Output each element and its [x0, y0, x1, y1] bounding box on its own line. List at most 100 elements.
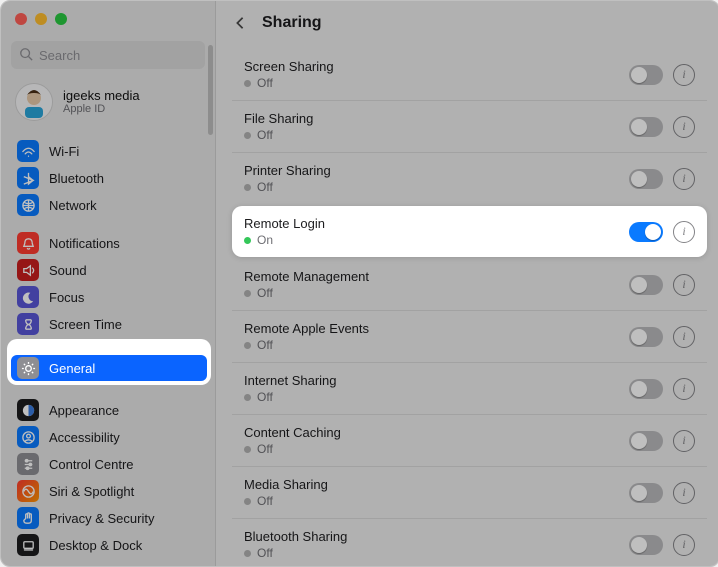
sidebar-item-focus[interactable]: Focus [11, 284, 207, 310]
row-status: Off [244, 390, 629, 404]
info-button-internet-sharing[interactable]: i [673, 378, 695, 400]
avatar [15, 83, 53, 121]
sidebar-item-network[interactable]: Network [11, 192, 207, 218]
info-button-printer-sharing[interactable]: i [673, 168, 695, 190]
gear-icon [21, 361, 36, 376]
toggle-bluetooth-sharing[interactable] [629, 535, 663, 555]
sidebar-item-appearance[interactable]: Appearance [11, 397, 207, 423]
toggle-remote-apple-events[interactable] [629, 327, 663, 347]
toggle-knob [631, 537, 647, 553]
row-text: File SharingOff [244, 111, 629, 142]
toggle-remote-management[interactable] [629, 275, 663, 295]
appearance-icon [21, 403, 36, 418]
globe-icon-tile [17, 194, 39, 216]
row-remote-apple-events[interactable]: Remote Apple EventsOffi [232, 310, 707, 362]
info-icon: i [682, 67, 685, 82]
wifi-icon [21, 144, 36, 159]
back-button[interactable] [228, 11, 252, 35]
toggle-knob [631, 277, 647, 293]
info-button-remote-management[interactable]: i [673, 274, 695, 296]
row-printer-sharing[interactable]: Printer SharingOff i [232, 152, 707, 204]
info-button-media-sharing[interactable]: i [673, 482, 695, 504]
sidebar-item-bluetooth[interactable]: Bluetooth [11, 165, 207, 191]
info-icon: i [682, 329, 685, 344]
row-text: Screen SharingOff [244, 59, 629, 90]
sidebar: igeeks media Apple ID Wi-FiBluetooth Netw… [1, 1, 216, 566]
toggle-internet-sharing[interactable] [629, 379, 663, 399]
row-text: Content CachingOff [244, 425, 629, 456]
sidebar-item-screentime[interactable]: Screen Time [11, 311, 207, 337]
toggle-content-caching[interactable] [629, 431, 663, 451]
row-status: Off [244, 546, 629, 560]
sidebar-item-label: Siri & Spotlight [49, 484, 134, 499]
row-media-sharing[interactable]: Media SharingOffi [232, 466, 707, 518]
sidebar-item-label: Focus [49, 290, 84, 305]
sidebar-item-label: Screen Time [49, 317, 122, 332]
status-text: Off [257, 442, 273, 456]
sidebar-item-sound[interactable]: Sound [11, 257, 207, 283]
row-title: Internet Sharing [244, 373, 629, 388]
row-status: Off [244, 128, 629, 142]
sidebar-item-general[interactable]: General [11, 355, 207, 381]
toggle-remote-login[interactable] [629, 222, 663, 242]
search-input[interactable] [11, 41, 205, 69]
chevron-left-icon [234, 16, 246, 30]
dock-icon [21, 538, 36, 553]
sidebar-item-label: Network [49, 198, 97, 213]
sidebar-item-controlcentre[interactable]: Control Centre [11, 451, 207, 477]
row-content-caching[interactable]: Content CachingOff i [232, 414, 707, 466]
status-dot-icon [244, 498, 251, 505]
toggle-knob [631, 329, 647, 345]
minimize-window-button[interactable] [35, 13, 47, 25]
toggle-media-sharing[interactable] [629, 483, 663, 503]
appearance-icon-tile [17, 399, 39, 421]
row-remote-login[interactable]: Remote LoginOni [232, 206, 707, 257]
row-title: Media Sharing [244, 477, 629, 492]
gear-icon-tile [17, 357, 39, 379]
row-internet-sharing[interactable]: Internet Sharing Off i [232, 362, 707, 414]
bt-icon [21, 171, 36, 186]
close-window-button[interactable] [15, 13, 27, 25]
apple-id-account-row[interactable]: igeeks media Apple ID [1, 79, 215, 133]
sidebar-item-privacy[interactable]: Privacy & Security [11, 505, 207, 531]
status-dot-icon [244, 237, 251, 244]
toggle-knob [631, 381, 647, 397]
sidebar-item-desktop[interactable]: Desktop & Dock [11, 532, 207, 558]
info-button-screen-sharing[interactable]: i [673, 64, 695, 86]
hand-icon [21, 511, 36, 526]
row-status: Off [244, 442, 629, 456]
zoom-window-button[interactable] [55, 13, 67, 25]
status-dot-icon [244, 184, 251, 191]
sidebar-item-accessibility[interactable]: Accessibility [11, 424, 207, 450]
row-bluetooth-sharing[interactable]: Bluetooth SharingOffi [232, 518, 707, 566]
info-button-content-caching[interactable]: i [673, 430, 695, 452]
row-screen-sharing[interactable]: Screen SharingOff i [232, 49, 707, 100]
row-controls: i [629, 221, 695, 243]
row-file-sharing[interactable]: File SharingOff i [232, 100, 707, 152]
row-controls: i [629, 116, 695, 138]
sidebar-item-notifications[interactable]: Notifications [11, 230, 207, 256]
status-dot-icon [244, 550, 251, 557]
toggle-screen-sharing[interactable] [629, 65, 663, 85]
hourglass-icon [21, 317, 36, 332]
window-controls [1, 1, 215, 37]
toggle-file-sharing[interactable] [629, 117, 663, 137]
row-title: Remote Apple Events [244, 321, 629, 336]
info-button-remote-login[interactable]: i [673, 221, 695, 243]
sidebar-item-siri[interactable]: Siri & Spotlight [11, 478, 207, 504]
info-button-bluetooth-sharing[interactable]: i [673, 534, 695, 556]
sidebar-list: Wi-FiBluetooth Network NotificationsSound F… [1, 133, 215, 566]
row-text: Printer SharingOff [244, 163, 629, 194]
sidebar-scrollbar[interactable] [208, 45, 213, 135]
sidebar-item-wifi[interactable]: Wi-Fi [11, 138, 207, 164]
row-remote-management[interactable]: Remote ManagementOffi [232, 259, 707, 310]
info-button-file-sharing[interactable]: i [673, 116, 695, 138]
row-controls: i [629, 274, 695, 296]
siri-icon-tile [17, 480, 39, 502]
toggle-printer-sharing[interactable] [629, 169, 663, 189]
info-button-remote-apple-events[interactable]: i [673, 326, 695, 348]
row-title: Remote Login [244, 216, 629, 231]
sidebar-item-label: Privacy & Security [49, 511, 154, 526]
row-controls: i [629, 430, 695, 452]
moon-icon-tile [17, 286, 39, 308]
